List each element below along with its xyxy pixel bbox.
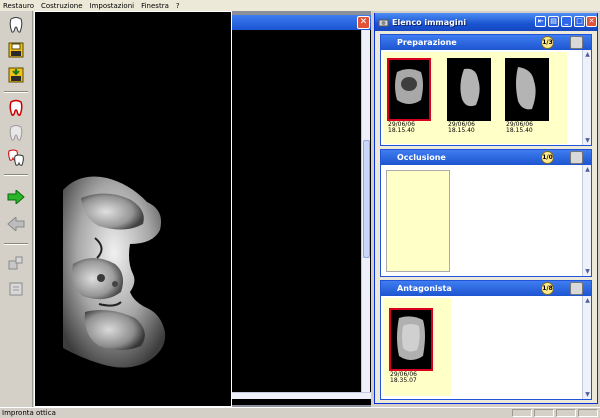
menu-bar: Restauro Costruzione Impostazioni Finest… [0,0,600,11]
thumbnail[interactable]: 29/06/06 18.15.40 [383,56,435,134]
tooth-pair-icon[interactable] [6,148,26,168]
thumbnail-strip: 29/06/06 18.15.40 29/06/06 18.15.40 29/06/… [381,50,581,145]
scroll-up-icon[interactable]: ▲ [584,51,591,58]
trash-icon[interactable] [570,36,583,49]
thumb-time: 18.15.40 [448,127,475,134]
scroll-down-icon[interactable]: ▼ [584,391,591,398]
tooth-icon[interactable] [6,15,26,35]
panel-prev-icon[interactable]: ⇤ [535,16,546,27]
tool-grey-icon[interactable] [6,253,26,273]
section-scrollbar[interactable]: ▲ ▼ [582,50,591,145]
section-scrollbar[interactable]: ▲ ▼ [582,296,591,399]
section-scrollbar[interactable]: ▲ ▼ [582,165,591,276]
section-occlusione: Occlusione 1/0 ▲ ▼ [380,149,592,277]
thumbnail-strip: 29/06/06 18.35.07 [381,296,581,399]
status-cells [512,409,598,417]
doc-grey-icon[interactable] [6,279,26,299]
thumbnail[interactable]: 29/06/06 18.15.40 [443,56,495,134]
viewer-vertical-scrollbar[interactable] [361,30,370,392]
trash-icon[interactable] [570,151,583,164]
panel-minimize-button[interactable]: _ [561,16,572,27]
save-yellow-icon[interactable] [6,40,26,60]
image-counter-icon[interactable]: 1/8 [541,282,554,295]
panel-app-icon [378,19,389,26]
section-header: Antagonista 1/8 [381,281,591,296]
menu-restauro[interactable]: Restauro [3,2,34,10]
section-antagonista: Antagonista 1/8 29/06/06 18.35.07 ▲ ▼ [380,280,592,400]
arrow-left-grey-icon[interactable] [6,214,26,234]
menu-costruzione[interactable]: Costruzione [41,2,83,10]
image-list-panel: Elenco immagini ⇤ ▤ _ □ ✕ Preparazione 1… [374,13,598,404]
scroll-up-icon[interactable]: ▲ [584,166,591,173]
3d-tooth-viewer[interactable] [34,11,232,407]
save-yellow-arrow-icon[interactable] [6,65,26,85]
scroll-up-icon[interactable]: ▲ [584,297,591,304]
tooth-red-icon[interactable] [6,98,26,118]
tooth-3d-model [63,176,166,368]
menu-finestra[interactable]: Finestra [141,2,169,10]
section-header: Preparazione 1/3 [381,35,591,50]
left-toolbar [0,11,33,407]
viewer-window-back [232,15,371,405]
scroll-down-icon[interactable]: ▼ [584,137,591,144]
section-title: Occlusione [397,153,446,162]
panel-layout-icon[interactable]: ▤ [548,16,559,27]
image-panel-titlebar[interactable]: Elenco immagini ⇤ ▤ _ □ ✕ [375,13,597,31]
section-header: Occlusione 1/0 [381,150,591,165]
thumb-time: 18.15.40 [388,127,415,134]
section-title: Preparazione [397,38,457,47]
empty-thumbnail-slot [386,170,450,272]
viewer-horizontal-scrollbar[interactable] [232,392,371,399]
menu-help[interactable]: ? [176,2,180,10]
panel-close-button[interactable]: ✕ [586,16,597,27]
scroll-thumb[interactable] [363,140,370,258]
thumbnail[interactable]: 29/06/06 18.15.40 [501,56,553,134]
thumb-time: 18.15.40 [506,127,533,134]
trash-icon[interactable] [570,282,583,295]
arrow-right-green-icon[interactable] [6,187,26,207]
viewer-close-button[interactable]: ✕ [357,16,370,29]
status-bar: Impronta ottica [0,407,600,418]
image-panel-title: Elenco immagini [392,17,467,27]
thumbnail-strip [381,165,581,276]
thumbnail[interactable]: 29/06/06 18.35.07 [385,306,437,384]
viewer-titlebar[interactable] [232,15,371,30]
image-counter-icon[interactable]: 1/3 [541,36,554,49]
thumb-time: 18.35.07 [390,377,417,384]
panel-maximize-button[interactable]: □ [574,16,585,27]
section-preparazione: Preparazione 1/3 29/06/06 18.15.40 29/06/… [380,34,592,146]
status-text: Impronta ottica [2,409,56,417]
tooth-grey-icon[interactable] [6,123,26,143]
image-counter-icon[interactable]: 1/0 [541,151,554,164]
section-title: Antagonista [397,284,452,293]
scroll-down-icon[interactable]: ▼ [584,268,591,275]
menu-impostazioni[interactable]: Impostazioni [90,2,135,10]
